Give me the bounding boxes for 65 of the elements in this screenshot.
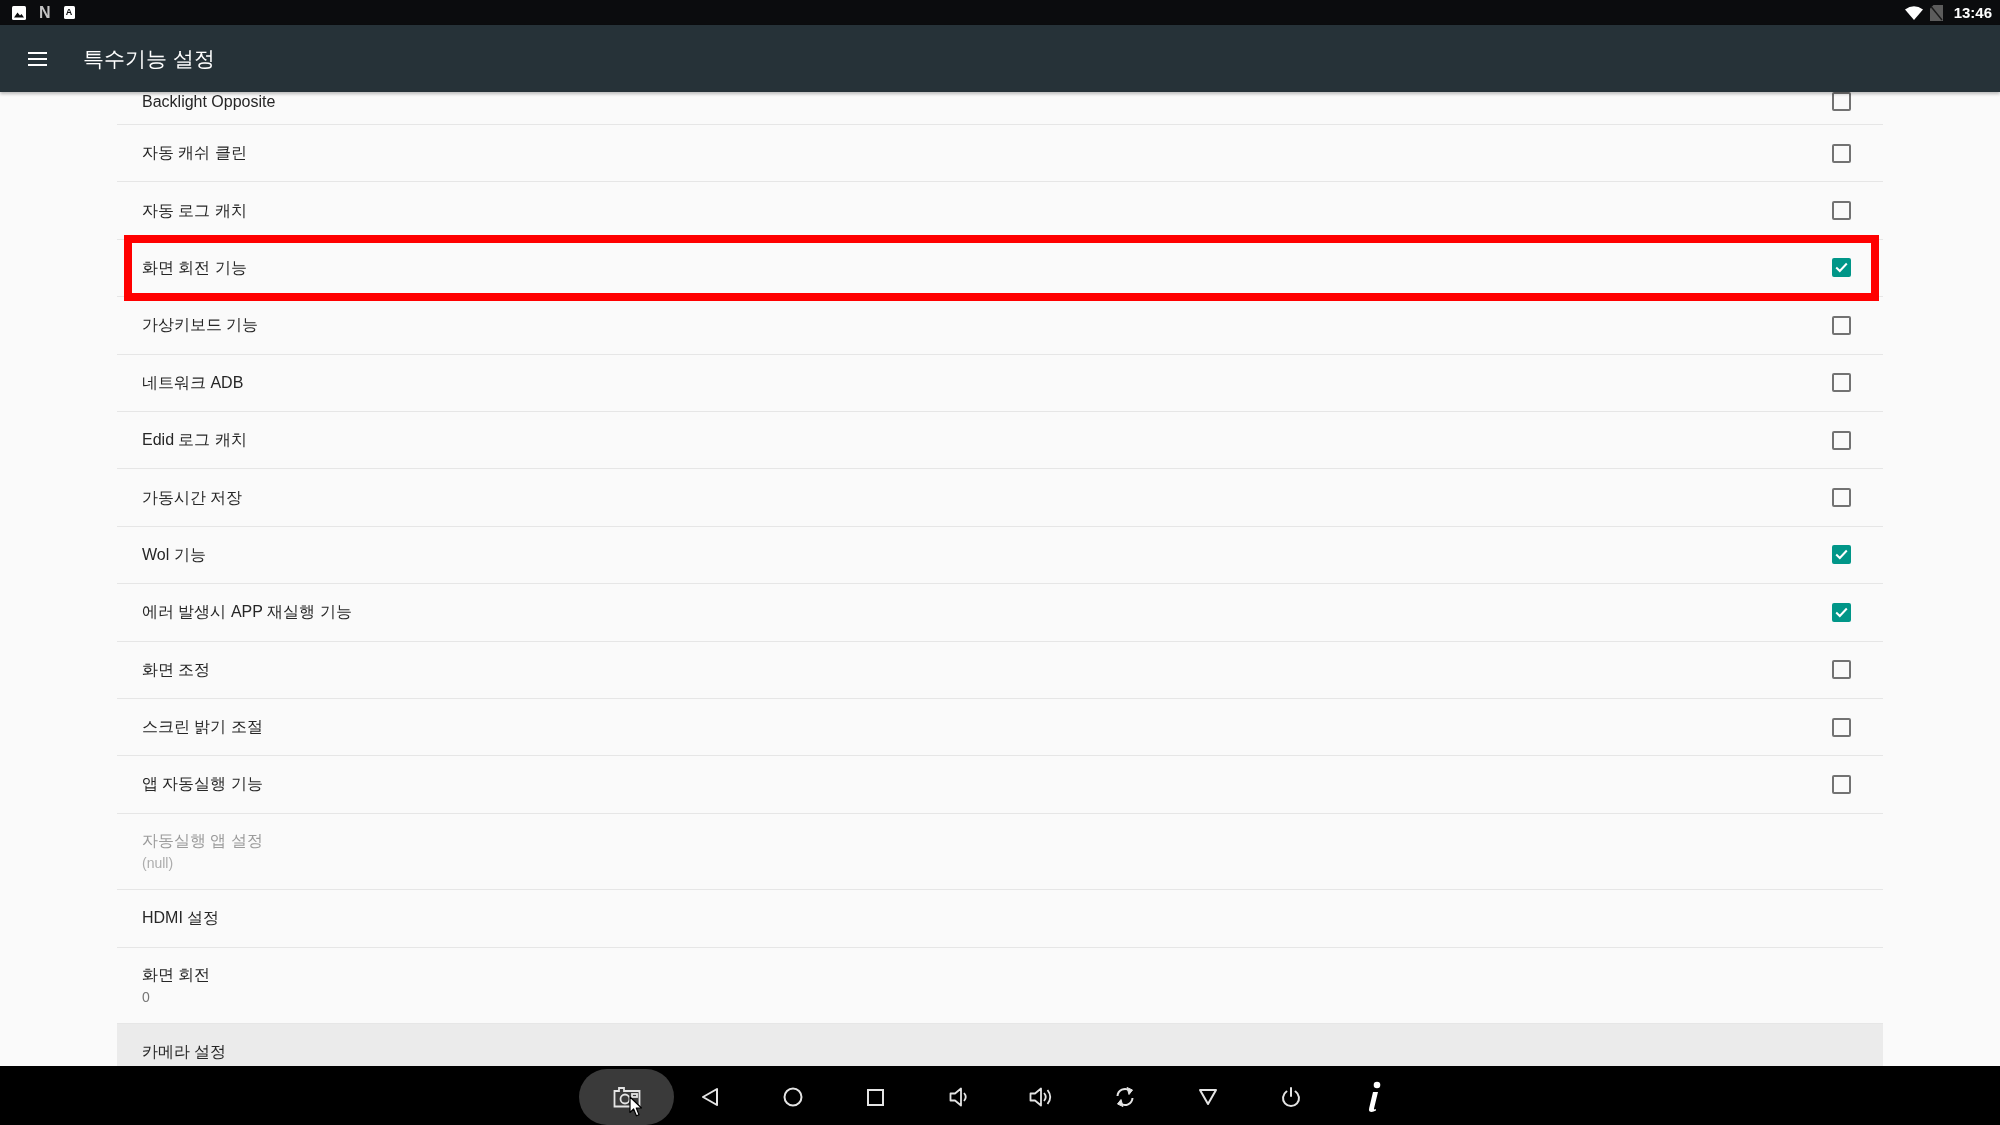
checkbox[interactable]: [1831, 717, 1851, 737]
list-row[interactable]: 에러 발생시 APP 재실행 기능: [117, 584, 1883, 642]
list-row[interactable]: 화면 조정: [117, 641, 1883, 699]
list-row[interactable]: 화면 회전 기능: [117, 239, 1883, 298]
recents-icon: [867, 1088, 884, 1106]
checkbox[interactable]: [1831, 660, 1851, 680]
wifi-icon: [1904, 5, 1923, 20]
setting-title: 에러 발생시 APP 재실행 기능: [142, 602, 352, 623]
setting-title: 가동시간 저장: [142, 487, 243, 508]
volume-up-icon: [1029, 1086, 1054, 1108]
checkbox[interactable]: [1831, 201, 1851, 221]
list-row[interactable]: 자동 로그 캐치: [117, 182, 1883, 240]
checkbox[interactable]: [1831, 545, 1851, 565]
setting-title: 스크린 밝기 조절: [142, 717, 263, 738]
setting-title: Backlight Opposite: [142, 92, 276, 112]
home-icon: [782, 1087, 803, 1107]
list-row[interactable]: Backlight Opposite: [117, 92, 1883, 125]
setting-summary: 0: [142, 987, 150, 1006]
checkbox[interactable]: [1831, 143, 1851, 163]
back-icon: [700, 1087, 719, 1107]
no-sim-icon: [1929, 4, 1943, 21]
checkbox[interactable]: [1831, 775, 1851, 794]
setting-title: 화면 회전: [142, 964, 211, 985]
setting-title: 자동 캐쉬 클린: [142, 143, 247, 164]
setting-title: HDMI 설정: [142, 908, 220, 929]
list-row[interactable]: 스크린 밝기 조절: [117, 698, 1883, 757]
setting-title: 앱 자동실행 기능: [142, 774, 263, 795]
checkbox[interactable]: [1831, 258, 1851, 278]
setting-title: 자동실행 앱 설정: [142, 830, 263, 851]
setting-title: 네트워크 ADB: [142, 372, 244, 393]
triangle-down-icon: [1197, 1088, 1218, 1106]
list-row[interactable]: 가상키보드 기능: [117, 297, 1883, 355]
list-row[interactable]: Edid 로그 캐치: [117, 411, 1883, 470]
letter-tile-icon: A: [63, 6, 75, 19]
list-row[interactable]: 앱 자동실행 기능: [117, 756, 1883, 814]
list-row[interactable]: 자동 캐쉬 클린: [117, 125, 1883, 183]
setting-title: 자동 로그 캐치: [142, 200, 247, 221]
list-row[interactable]: 가동시간 저장: [117, 469, 1883, 527]
camera-icon: [612, 1086, 641, 1108]
list-row[interactable]: HDMI 설정: [117, 890, 1883, 948]
checkbox[interactable]: [1831, 373, 1851, 393]
setting-title: Wol 기능: [142, 544, 206, 565]
screenshot-button[interactable]: [579, 1069, 674, 1125]
clock-time: 13:46: [1953, 3, 1992, 22]
checkbox[interactable]: [1831, 488, 1851, 508]
list-row[interactable]: 네트워크 ADB: [117, 354, 1883, 412]
setting-summary: (null): [142, 853, 174, 872]
setting-title: 화면 회전 기능: [142, 257, 247, 278]
volume-down-icon: [948, 1086, 969, 1108]
info-icon: [1366, 1081, 1381, 1113]
checkbox[interactable]: [1831, 92, 1851, 111]
checkbox[interactable]: [1831, 430, 1851, 450]
power-icon: [1279, 1086, 1302, 1108]
checkbox[interactable]: [1831, 602, 1851, 622]
setting-title: Edid 로그 캐치: [142, 430, 247, 451]
setting-title: 카메라 설정: [142, 1042, 227, 1063]
setting-title: 화면 조정: [142, 659, 211, 680]
list-row[interactable]: 카메라 설정: [117, 1024, 1883, 1066]
app-title: 특수기능 설정: [83, 45, 215, 72]
setting-title: 가상키보드 기능: [142, 315, 259, 336]
menu-icon[interactable]: [28, 51, 47, 66]
list-row[interactable]: Wol 기능: [117, 526, 1883, 585]
checkbox[interactable]: [1831, 315, 1851, 335]
letter-icon: N: [39, 4, 51, 21]
image-icon: [12, 5, 26, 20]
